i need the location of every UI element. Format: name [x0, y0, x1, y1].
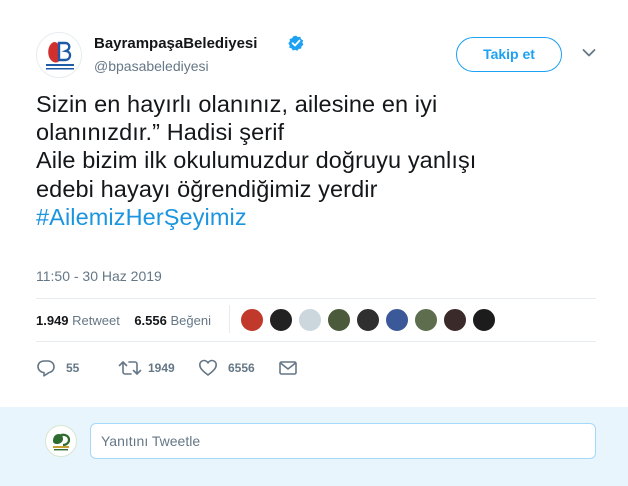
retweet-count: 1949: [148, 361, 175, 375]
like-stat-count: 6.556: [134, 313, 167, 328]
tweet-text-line: Aile bizim ilk okulumuzdur doğruyu yanlı…: [36, 147, 477, 174]
stats-separator: [229, 305, 230, 333]
tweet-stats: 1.949 Retweet 6.556 Beğeni: [36, 313, 211, 328]
tweet-card: BayrampaşaBelediyesi @bpasabelediyesi Ta…: [0, 0, 628, 407]
divider: [36, 341, 596, 342]
hashtag-link[interactable]: #AilemizHerŞeyimiz: [36, 203, 596, 231]
reply-count: 55: [66, 361, 80, 375]
tweet-timestamp[interactable]: 11:50 - 30 Haz 2019: [36, 268, 162, 284]
liker-avatar[interactable]: [472, 308, 496, 332]
like-stat-label: Beğeni: [170, 313, 211, 328]
tweet-text: Sizin en hayırlı olanınız, ailesine en i…: [36, 90, 596, 231]
liker-avatar[interactable]: [356, 308, 380, 332]
retweet-icon: [118, 361, 142, 375]
bayrampasa-logo-icon: [37, 33, 81, 77]
retweet-stat[interactable]: 1.949 Retweet: [36, 313, 120, 328]
heart-icon: [199, 359, 217, 376]
tweet-text-line: olanınızdır.” Hadisi şerif: [36, 119, 285, 146]
like-count: 6556: [228, 361, 255, 375]
liker-avatar[interactable]: [298, 308, 322, 332]
tweet-text-line: Sizin en hayırlı olanınız, ailesine en i…: [36, 91, 438, 117]
divider: [36, 298, 596, 299]
liker-avatar[interactable]: [327, 308, 351, 332]
liker-avatar[interactable]: [385, 308, 409, 332]
envelope-icon: [279, 361, 297, 375]
reply-input[interactable]: [90, 423, 596, 459]
user-logo-icon: [47, 427, 75, 455]
account-avatar[interactable]: [36, 32, 82, 78]
reply-icon: [37, 360, 55, 377]
follow-button[interactable]: Takip et: [456, 37, 562, 72]
tweet-text-line: edebi hayayı öğrendiğimiz yerdir: [36, 175, 378, 202]
liker-avatar[interactable]: [443, 308, 467, 332]
like-stat[interactable]: 6.556 Beğeni: [134, 313, 211, 328]
chevron-down-icon[interactable]: [582, 48, 596, 58]
account-display-name[interactable]: BayrampaşaBelediyesi: [94, 35, 257, 52]
verified-badge-icon: [288, 35, 304, 51]
current-user-avatar[interactable]: [45, 425, 77, 457]
retweet-stat-label: Retweet: [72, 313, 120, 328]
liker-avatar[interactable]: [269, 308, 293, 332]
direct-message-action[interactable]: [278, 358, 298, 378]
account-handle[interactable]: @bpasabelediyesi: [94, 58, 209, 74]
liker-avatar[interactable]: [240, 308, 264, 332]
retweet-stat-count: 1.949: [36, 313, 69, 328]
liker-avatar[interactable]: [414, 308, 438, 332]
